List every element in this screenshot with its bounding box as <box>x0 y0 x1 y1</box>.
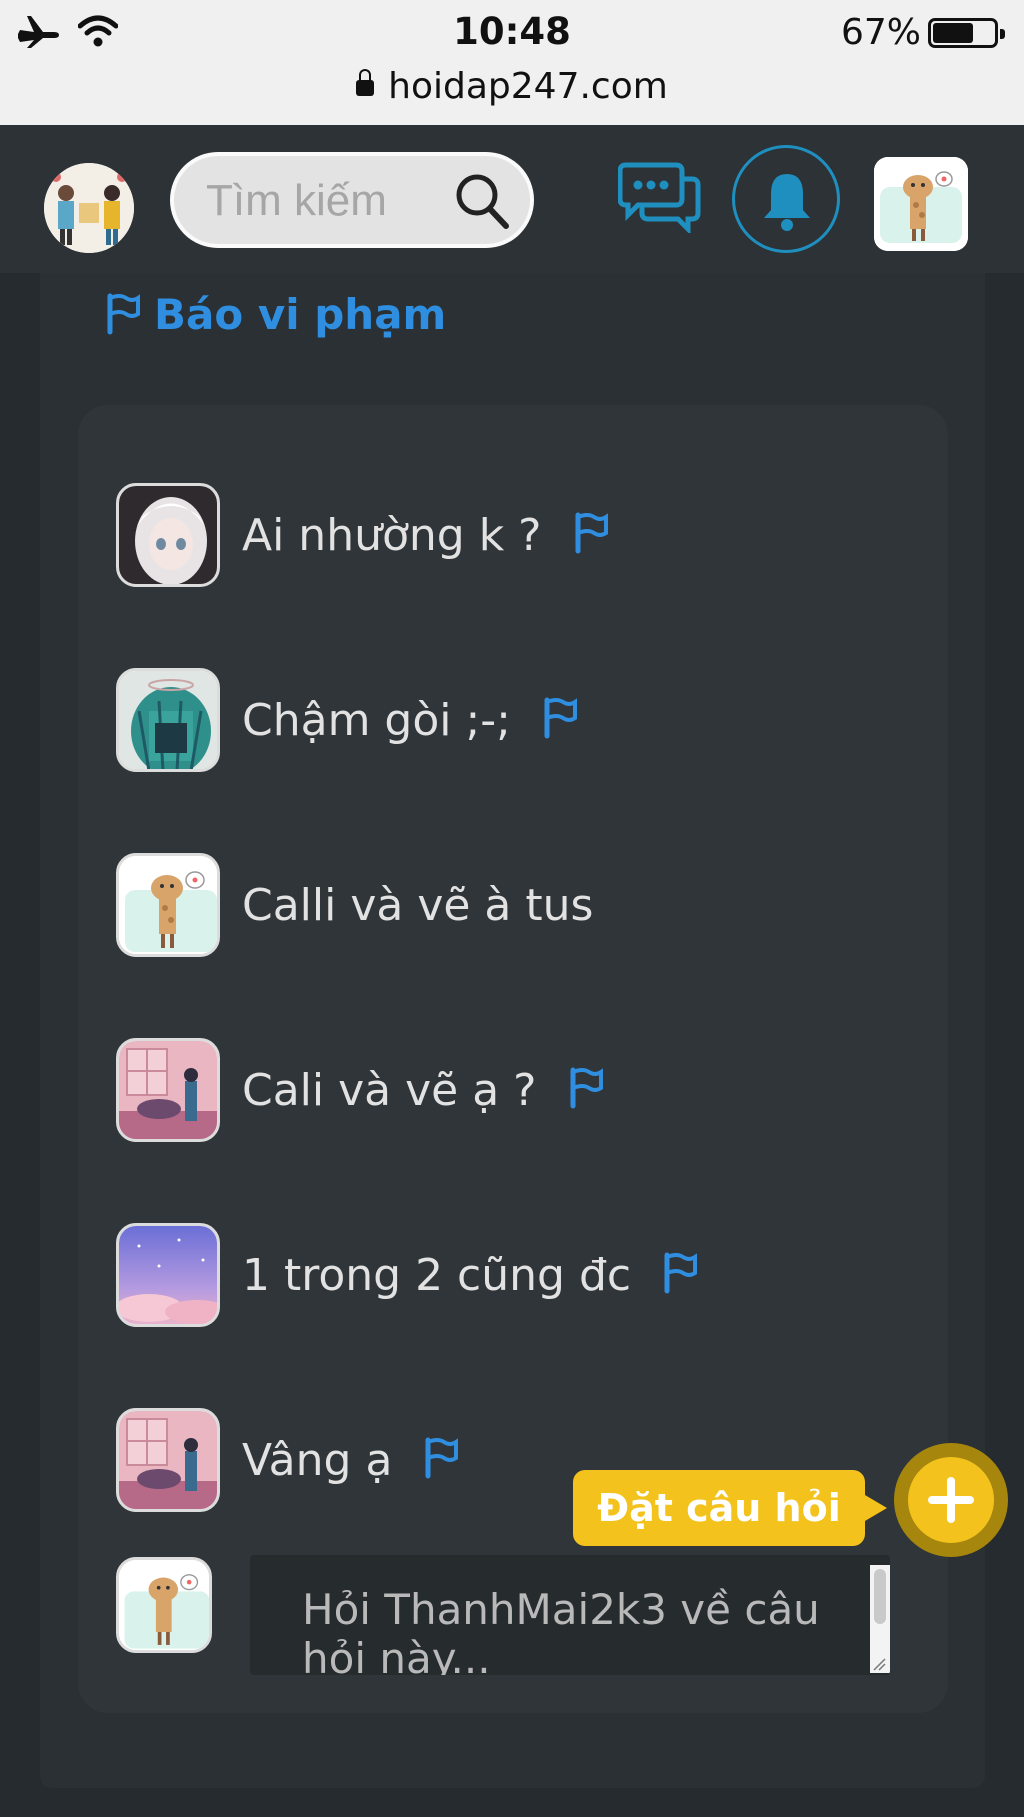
list-item: 1 trong 2 cũng đc <box>116 1220 699 1330</box>
commenter-avatar[interactable] <box>116 1408 220 1512</box>
site-logo[interactable] <box>44 163 134 253</box>
address-bar[interactable]: hoidap247.com <box>0 66 1024 107</box>
bell-icon <box>764 174 810 231</box>
list-item: Vâng ạ <box>116 1405 460 1515</box>
app-header <box>0 125 1024 273</box>
comment-text: Calli và vẽ à tus <box>242 879 594 931</box>
ask-question-fab[interactable] <box>894 1443 1008 1557</box>
report-link[interactable]: Báo vi phạm <box>104 284 446 344</box>
ios-status-bar: 10:48 67% hoidap247.com <box>0 0 1024 125</box>
list-item: Chậm gòi ;-; <box>116 665 579 775</box>
comment-input[interactable] <box>250 1555 870 1675</box>
report-label: Báo vi phạm <box>154 289 447 339</box>
comment-text: Vâng ạ <box>242 1434 393 1486</box>
comment-text: Cali và vẽ ạ ? <box>242 1064 537 1116</box>
flag-icon <box>107 293 140 335</box>
search-icon[interactable] <box>454 172 510 234</box>
commenter-avatar[interactable] <box>116 483 220 587</box>
messages-icon[interactable] <box>617 161 702 237</box>
commenter-avatar[interactable] <box>116 1223 220 1327</box>
ask-question-label: Đặt câu hỏi <box>597 1486 841 1530</box>
flag-icon[interactable] <box>422 1436 460 1484</box>
commenter-avatar[interactable] <box>116 668 220 772</box>
list-item: Cali và vẽ ạ ? <box>116 1035 605 1145</box>
flag-icon[interactable] <box>572 511 610 559</box>
comment-text: 1 trong 2 cũng đc <box>242 1249 632 1301</box>
battery-icon <box>928 18 1005 48</box>
search-input[interactable] <box>204 170 448 232</box>
user-avatar[interactable] <box>874 157 968 251</box>
notifications-button[interactable] <box>732 145 840 253</box>
resize-grip-icon[interactable] <box>872 1657 886 1671</box>
lock-icon <box>356 69 375 96</box>
ask-question-button[interactable]: Đặt câu hỏi <box>573 1470 887 1546</box>
commenter-avatar[interactable] <box>116 853 220 957</box>
list-item: Calli và vẽ à tus <box>116 850 593 960</box>
current-user-avatar <box>116 1557 212 1653</box>
comment-text: Ai nhường k ? <box>242 509 542 561</box>
flag-icon[interactable] <box>567 1066 605 1114</box>
list-item: Ai nhường k ? <box>116 480 610 590</box>
comment-text: Chậm gòi ;-; <box>242 694 512 746</box>
flag-icon[interactable] <box>541 696 579 744</box>
flag-icon[interactable] <box>661 1251 699 1299</box>
composer-row <box>116 1555 212 1655</box>
commenter-avatar[interactable] <box>116 1038 220 1142</box>
search-box[interactable] <box>170 152 534 248</box>
comment-composer[interactable] <box>250 1555 890 1675</box>
battery-percent: 67% <box>841 12 922 53</box>
plus-icon <box>928 1477 974 1523</box>
url-text: hoidap247.com <box>388 66 668 107</box>
